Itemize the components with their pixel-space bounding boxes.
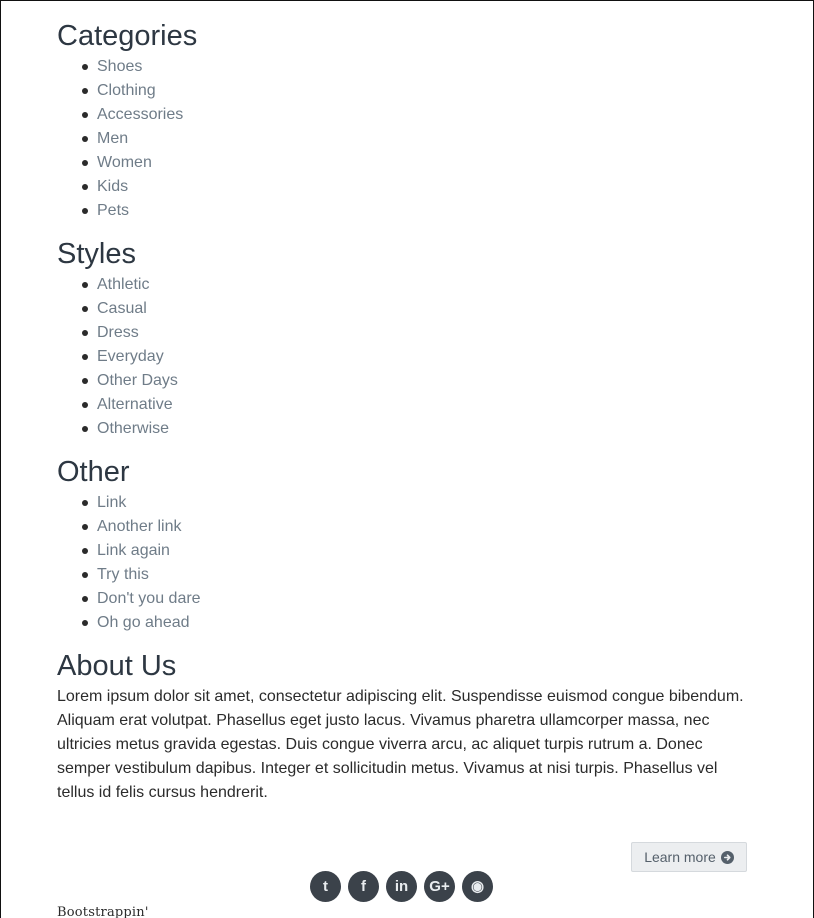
arrow-glyph (723, 853, 731, 861)
link-dont-you-dare[interactable]: Don't you dare (97, 590, 201, 607)
bullet-icon (82, 306, 88, 312)
arrow-circle-right-icon (720, 850, 734, 864)
google-plus-icon[interactable]: G+ (424, 871, 455, 902)
section-title-about: About Us (57, 650, 177, 682)
bullet-icon (82, 208, 88, 214)
link-link[interactable]: Link (97, 494, 126, 511)
twitter-glyph: t (323, 878, 328, 895)
bullet-icon (82, 378, 88, 384)
list-item: Accessories (82, 103, 757, 127)
list-item: Don't you dare (82, 587, 757, 611)
bullet-icon (82, 354, 88, 360)
bullet-icon (82, 64, 88, 70)
bullet-icon (82, 88, 88, 94)
social-links: t f in G+ ◉ (310, 871, 493, 902)
categories-list: Shoes Clothing Accessories Men Women Kid… (57, 55, 757, 223)
list-item: Oh go ahead (82, 611, 757, 635)
link-other-days[interactable]: Other Days (97, 372, 178, 389)
list-item: Another link (82, 515, 757, 539)
learn-more-button[interactable]: Learn more (631, 842, 747, 872)
list-item: Dress (82, 321, 757, 345)
link-athletic[interactable]: Athletic (97, 276, 149, 293)
link-otherwise[interactable]: Otherwise (97, 420, 169, 437)
list-item: Athletic (82, 273, 757, 297)
main-content: Categories Shoes Clothing Accessories Me… (57, 18, 757, 805)
bullet-icon (82, 330, 88, 336)
section-title-categories: Categories (57, 20, 198, 52)
link-oh-go-ahead[interactable]: Oh go ahead (97, 614, 190, 631)
link-link-again[interactable]: Link again (97, 542, 170, 559)
link-alternative[interactable]: Alternative (97, 396, 173, 413)
learn-more-label: Learn more (644, 849, 716, 865)
list-item: Pets (82, 199, 757, 223)
section-title-other: Other (57, 456, 130, 488)
list-item: Otherwise (82, 417, 757, 441)
link-another-link[interactable]: Another link (97, 518, 182, 535)
link-kids[interactable]: Kids (97, 178, 128, 195)
linkedin-icon[interactable]: in (386, 871, 417, 902)
bullet-icon (82, 620, 88, 626)
bullet-icon (82, 136, 88, 142)
list-item: Everyday (82, 345, 757, 369)
link-clothing[interactable]: Clothing (97, 82, 156, 99)
list-item: Try this (82, 563, 757, 587)
bullet-icon (82, 184, 88, 190)
list-item: Kids (82, 175, 757, 199)
brand-logo: Bootstrappin' (57, 905, 149, 918)
styles-list: Athletic Casual Dress Everyday Other Day… (57, 273, 757, 441)
facebook-glyph: f (361, 878, 366, 895)
bullet-icon (82, 572, 88, 578)
link-shoes[interactable]: Shoes (97, 58, 142, 75)
bullet-icon (82, 282, 88, 288)
bullet-icon (82, 524, 88, 530)
list-item: Casual (82, 297, 757, 321)
link-women[interactable]: Women (97, 154, 152, 171)
list-item: Link again (82, 539, 757, 563)
github-glyph: ◉ (470, 878, 485, 895)
link-try-this[interactable]: Try this (97, 566, 149, 583)
bullet-icon (82, 500, 88, 506)
link-dress[interactable]: Dress (97, 324, 139, 341)
list-item: Clothing (82, 79, 757, 103)
list-item: Shoes (82, 55, 757, 79)
google-plus-glyph: G+ (429, 878, 450, 895)
list-item: Women (82, 151, 757, 175)
linkedin-glyph: in (394, 878, 409, 895)
list-item: Other Days (82, 369, 757, 393)
link-men[interactable]: Men (97, 130, 128, 147)
link-everyday[interactable]: Everyday (97, 348, 164, 365)
list-item: Alternative (82, 393, 757, 417)
section-title-styles: Styles (57, 238, 136, 270)
list-item: Link (82, 491, 757, 515)
link-accessories[interactable]: Accessories (97, 106, 183, 123)
bullet-icon (82, 426, 88, 432)
twitter-icon[interactable]: t (310, 871, 341, 902)
bullet-icon (82, 160, 88, 166)
facebook-icon[interactable]: f (348, 871, 379, 902)
bullet-icon (82, 596, 88, 602)
github-icon[interactable]: ◉ (462, 871, 493, 902)
bullet-icon (82, 402, 88, 408)
bullet-icon (82, 548, 88, 554)
other-list: Link Another link Link again Try this Do… (57, 491, 757, 635)
bullet-icon (82, 112, 88, 118)
link-casual[interactable]: Casual (97, 300, 147, 317)
link-pets[interactable]: Pets (97, 202, 129, 219)
about-paragraph: Lorem ipsum dolor sit amet, consectetur … (57, 688, 744, 801)
list-item: Men (82, 127, 757, 151)
